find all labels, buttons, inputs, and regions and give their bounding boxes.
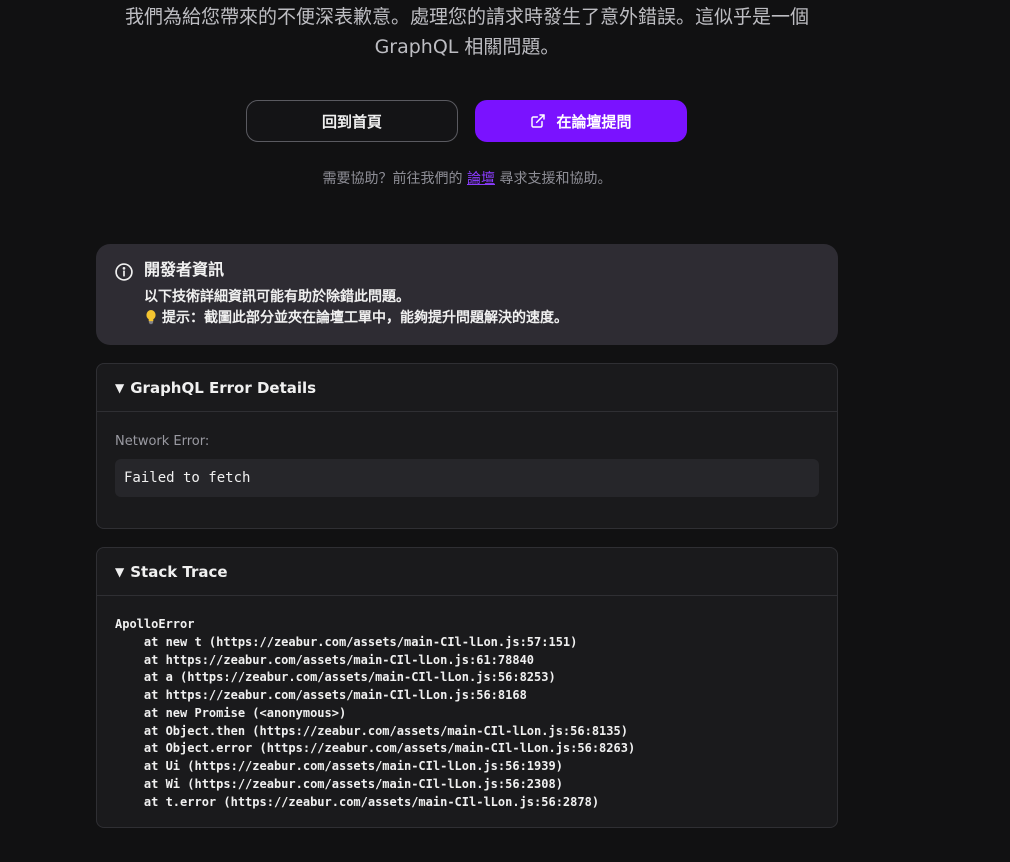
lightbulb-icon: [144, 309, 158, 325]
developer-info-title: 開發者資訊: [144, 260, 225, 279]
triangle-down-icon: ▼: [115, 380, 125, 395]
developer-info-hint: 提示：截圖此部分並夾在論壇工單中，能夠提升問題解決的速度。: [144, 307, 568, 327]
help-text: 需要協助？前往我們的 論壇 尋求支援和協助。: [96, 168, 838, 188]
stack-line: at new Promise (<anonymous>): [115, 705, 347, 720]
network-error-label: Network Error:: [115, 434, 210, 449]
help-suffix: 尋求支援和協助。: [495, 171, 612, 187]
stack-line: at Ui (https://zeabur.com/assets/main-CI…: [115, 759, 563, 773]
stack-line: at https://zeabur.com/assets/main-CIl-lL…: [115, 688, 527, 702]
forum-link[interactable]: 論壇: [467, 171, 495, 187]
stack-line: at Wi (https://zeabur.com/assets/main-CI…: [115, 776, 563, 791]
graphql-error-toggle[interactable]: ▼ GraphQL Error Details: [97, 364, 837, 412]
info-circle-icon: [114, 262, 134, 282]
stack-trace-toggle[interactable]: ▼ Stack Trace: [97, 548, 837, 596]
stack-trace-content: ApolloError at new t (https://zeabur.com…: [115, 616, 635, 811]
stack-line: at https://zeabur.com/assets/main-CIl-lL…: [115, 652, 535, 667]
external-link-icon: [530, 113, 546, 129]
back-home-button[interactable]: 回到首頁: [246, 100, 458, 142]
network-error-text: Failed to fetch: [124, 470, 251, 486]
stack-trace-panel: ▼ Stack Trace ApolloError at new t (http…: [96, 547, 838, 828]
stack-line: at Object.then (https://zeabur.com/asset…: [115, 723, 628, 738]
stack-line: at new t (https://zeabur.com/assets/main…: [115, 634, 578, 649]
developer-info-card: 開發者資訊 以下技術詳細資訊可能有助於除錯此問題。 提示：截圖此部分並夾在論壇工…: [96, 244, 838, 345]
stack-line: at a (https://zeabur.com/assets/main-CIl…: [115, 670, 556, 685]
error-message-line2: GraphQL 相關問題。: [374, 36, 560, 58]
error-page: 我們為給您帶來的不便深表歉意。處理您的請求時發生了意外錯誤。這似乎是一個 Gra…: [0, 0, 1010, 862]
ask-forum-label: 在論壇提問: [556, 112, 632, 131]
developer-info-description: 以下技術詳細資訊可能有助於除錯此問題。: [144, 289, 410, 305]
help-prefix: 需要協助？前往我們的: [322, 171, 467, 187]
graphql-error-panel: ▼ GraphQL Error Details Network Error: F…: [96, 363, 838, 529]
graphql-error-title: GraphQL Error Details: [130, 378, 317, 397]
stack-line: at t.error (https://zeabur.com/assets/ma…: [115, 794, 600, 809]
back-home-label: 回到首頁: [321, 112, 382, 131]
stack-line: ApolloError: [115, 617, 195, 631]
stack-trace-title: Stack Trace: [130, 562, 228, 581]
action-buttons: 回到首頁 在論壇提問: [246, 100, 687, 142]
developer-info-hint-text: 提示：截圖此部分並夾在論壇工單中，能夠提升問題解決的速度。: [162, 310, 568, 326]
triangle-down-icon: ▼: [115, 564, 125, 579]
error-message: 我們為給您帶來的不便深表歉意。處理您的請求時發生了意外錯誤。這似乎是一個 Gra…: [96, 2, 838, 62]
error-message-line1: 我們為給您帶來的不便深表歉意。處理您的請求時發生了意外錯誤。這似乎是一個: [124, 6, 809, 28]
ask-forum-button[interactable]: 在論壇提問: [475, 100, 687, 142]
network-error-value: Failed to fetch: [115, 459, 819, 497]
stack-line: at Object.error (https://zeabur.com/asse…: [115, 741, 636, 756]
